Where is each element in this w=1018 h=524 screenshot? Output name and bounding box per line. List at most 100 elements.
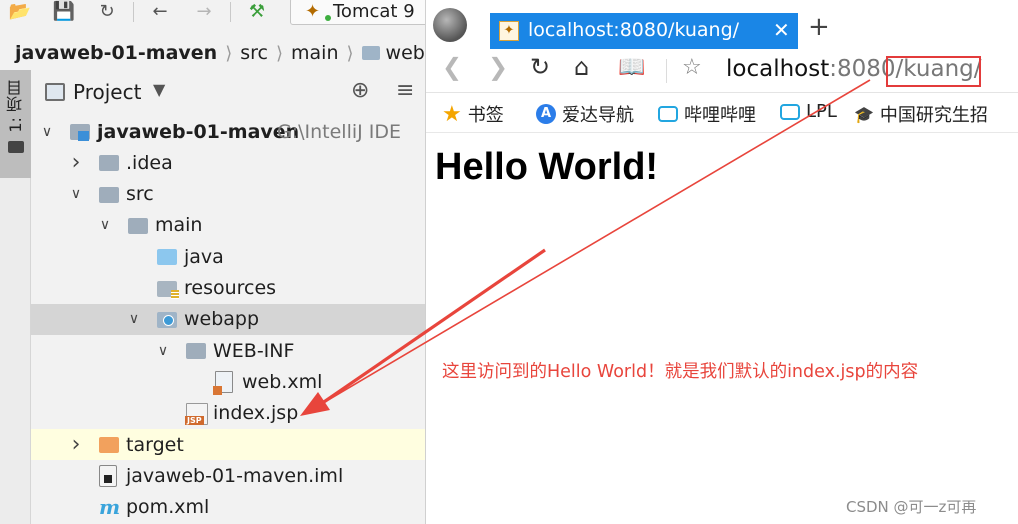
browser-window: ✦ localhost:8080/kuang/ ✕ + ❮ ❯ ↻ ⌂ 📖 ☆ … bbox=[425, 0, 1018, 524]
tree-row[interactable]: javaweb-01-maven.iml bbox=[31, 460, 425, 491]
bilibili-icon bbox=[658, 106, 678, 122]
tree-item-label: webapp bbox=[184, 308, 260, 331]
tree-row[interactable]: index.jsp bbox=[31, 398, 425, 429]
tree-row[interactable]: › .idea bbox=[31, 147, 425, 178]
project-view-selector[interactable]: Project bbox=[73, 80, 141, 104]
tool-window-strip: 1: 项目 bbox=[0, 70, 31, 524]
breadcrumb-item-src[interactable]: src bbox=[240, 42, 268, 64]
new-tab-plus-icon[interactable]: + bbox=[808, 12, 830, 42]
chevron-right-icon[interactable]: › bbox=[68, 432, 84, 457]
open-folder-icon[interactable]: 📂 bbox=[8, 0, 32, 22]
chevron-down-icon[interactable]: ∨ bbox=[68, 186, 84, 202]
toolbar-divider bbox=[666, 59, 667, 83]
tree-row[interactable]: ∨ webapp bbox=[31, 303, 425, 335]
tree-row[interactable]: ∨ main bbox=[31, 210, 425, 241]
folder-icon bbox=[7, 140, 24, 153]
chevron-down-icon[interactable]: ∨ bbox=[39, 124, 55, 140]
folder-icon bbox=[186, 343, 206, 360]
breadcrumb-item-main[interactable]: main bbox=[291, 42, 338, 64]
tab-title: localhost:8080/kuang/ bbox=[528, 19, 740, 41]
jsp-file-icon bbox=[185, 402, 208, 425]
toolbar-divider bbox=[230, 2, 231, 22]
tree-item-label: java bbox=[184, 245, 224, 268]
folder-icon bbox=[99, 155, 119, 172]
tree-row[interactable]: java bbox=[31, 241, 425, 272]
running-indicator bbox=[325, 15, 331, 21]
graduation-cap-icon: 🎓 bbox=[854, 104, 874, 124]
folder-icon bbox=[99, 186, 119, 203]
back-arrow-icon[interactable]: ← bbox=[148, 0, 172, 22]
tree-row[interactable]: m pom.xml bbox=[31, 492, 425, 523]
tree-item-label: src bbox=[126, 183, 154, 206]
close-icon[interactable]: ✕ bbox=[773, 18, 790, 42]
bookmark-item-lpl[interactable]: LPL bbox=[780, 101, 837, 122]
aida-icon: A bbox=[536, 104, 556, 124]
refresh-icon[interactable]: ↻ bbox=[95, 0, 119, 22]
project-view-icon bbox=[45, 83, 65, 101]
bookmark-label: 哔哩哔哩 bbox=[684, 105, 756, 126]
reload-icon[interactable]: ↻ bbox=[530, 53, 550, 81]
chevron-right-icon: ⟩ bbox=[276, 42, 284, 64]
build-hammer-icon[interactable]: ⚒ bbox=[245, 0, 269, 22]
page-heading: Hello World! bbox=[435, 146, 659, 188]
bookmark-label: 书签 bbox=[467, 105, 504, 126]
chevron-down-icon[interactable]: ▼ bbox=[153, 80, 165, 99]
chevron-down-icon[interactable]: ∨ bbox=[126, 311, 142, 327]
home-icon[interactable]: ⌂ bbox=[574, 53, 589, 81]
toolbar-divider bbox=[133, 2, 134, 22]
save-icon[interactable]: 💾 bbox=[52, 0, 76, 22]
browser-tab-active[interactable]: ✦ localhost:8080/kuang/ ✕ bbox=[490, 13, 798, 50]
watermark: CSDN @可一z可再 bbox=[846, 498, 977, 516]
project-tool-window-tab[interactable]: 1: 项目 bbox=[0, 70, 31, 178]
breadcrumb-item-webapp[interactable]: web bbox=[386, 42, 425, 64]
tree-row[interactable]: ∨ javaweb-01-maven G:\IntelliJ IDE bbox=[31, 116, 425, 147]
project-tab-label: 1: 项目 bbox=[5, 80, 25, 133]
tomcat-icon: ✦ bbox=[305, 1, 321, 22]
bookmark-label: 爱达导航 bbox=[562, 105, 634, 126]
tree-item-label: resources bbox=[184, 277, 277, 299]
module-folder-icon bbox=[70, 124, 90, 141]
tree-row[interactable]: resources bbox=[31, 273, 425, 304]
chevron-down-icon[interactable]: ∨ bbox=[155, 343, 171, 359]
collapse-all-icon[interactable]: ≡ bbox=[396, 78, 414, 103]
chevron-down-icon[interactable]: ∨ bbox=[97, 217, 113, 233]
bookmark-item-graduate-admissions[interactable]: 🎓 中国研究生招 bbox=[854, 101, 988, 127]
star-icon: ★ bbox=[442, 101, 462, 127]
browser-toolbar: ❮ ❯ ↻ ⌂ 📖 ☆ localhost:8080/kuang/ bbox=[426, 49, 1018, 93]
web-folder-icon bbox=[361, 46, 380, 60]
run-configuration-selector[interactable]: ✦ Tomcat 9 bbox=[290, 0, 425, 25]
tree-item-label: target bbox=[126, 433, 184, 456]
reading-mode-book-icon[interactable]: 📖 bbox=[618, 55, 645, 80]
bookmark-item-bilibili[interactable]: 哔哩哔哩 bbox=[658, 101, 756, 127]
tree-row[interactable]: ∨ WEB-INF bbox=[31, 335, 425, 366]
tree-item-label: WEB-INF bbox=[213, 339, 295, 362]
bookmark-item-bookmarks[interactable]: ★ 书签 bbox=[442, 101, 504, 127]
avatar[interactable] bbox=[433, 8, 467, 42]
ide-toolbar: 📂 💾 ↻ ← → ⚒ ✦ Tomcat 9 bbox=[0, 0, 425, 26]
breadcrumb: javaweb-01-maven ⟩ src ⟩ main ⟩ web bbox=[0, 37, 425, 69]
bilibili-icon bbox=[780, 103, 800, 120]
project-panel-header: Project ▼ ⊕ ≡ bbox=[31, 70, 425, 116]
tomcat-favicon-icon: ✦ bbox=[499, 21, 519, 41]
tree-item-label: index.jsp bbox=[213, 402, 299, 425]
tree-item-label: javaweb-01-maven.iml bbox=[126, 464, 344, 487]
browser-tab-bar: ✦ localhost:8080/kuang/ ✕ + bbox=[426, 0, 1018, 50]
bookmark-item-aida[interactable]: A 爱达导航 bbox=[536, 101, 634, 127]
maven-icon: m bbox=[99, 494, 121, 519]
bookmark-star-icon[interactable]: ☆ bbox=[682, 55, 702, 80]
forward-arrow-icon[interactable]: → bbox=[192, 0, 216, 22]
tree-row[interactable]: web.xml bbox=[31, 366, 425, 397]
web-folder-icon bbox=[157, 311, 177, 328]
forward-icon[interactable]: ❯ bbox=[488, 53, 508, 81]
excluded-folder-icon bbox=[99, 437, 119, 453]
tree-item-label: javaweb-01-maven bbox=[97, 120, 300, 143]
locate-file-icon[interactable]: ⊕ bbox=[351, 78, 369, 103]
tree-row[interactable]: › target bbox=[31, 429, 425, 460]
tree-row[interactable]: ∨ src bbox=[31, 179, 425, 210]
resources-folder-icon bbox=[157, 280, 179, 299]
chevron-right-icon[interactable]: › bbox=[68, 150, 84, 175]
source-folder-icon bbox=[157, 249, 177, 266]
back-icon[interactable]: ❮ bbox=[442, 53, 462, 81]
breadcrumb-item-project[interactable]: javaweb-01-maven bbox=[15, 42, 217, 64]
tree-item-label: web.xml bbox=[242, 370, 323, 393]
